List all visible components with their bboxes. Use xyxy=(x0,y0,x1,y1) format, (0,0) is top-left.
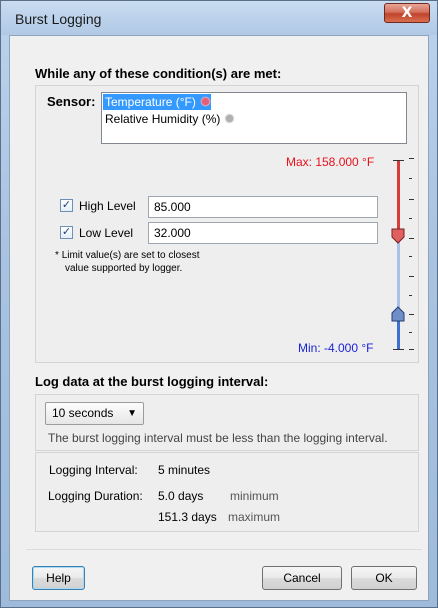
slider-tick xyxy=(409,218,412,219)
high-level-label: High Level xyxy=(79,199,136,213)
high-level-thumb[interactable] xyxy=(391,228,407,244)
sun-icon xyxy=(224,113,236,124)
logging-interval-value: 5 minutes xyxy=(158,463,211,477)
burst-interval-dropdown[interactable]: 10 seconds ▼ xyxy=(45,402,144,425)
duration-max-label: maximum xyxy=(228,510,281,524)
conditions-heading: While any of these condition(s) are met: xyxy=(35,66,282,81)
burst-interval-value: 10 seconds xyxy=(52,406,114,420)
slider-track-mid xyxy=(397,236,400,314)
low-level-thumb[interactable] xyxy=(391,306,407,322)
slider-tick xyxy=(409,256,412,257)
sensor-item-humidity[interactable]: Relative Humidity (%) xyxy=(103,111,236,127)
slider-tick xyxy=(409,349,414,350)
slider-tick xyxy=(409,276,414,277)
duration-min-label: minimum xyxy=(230,489,279,503)
footer-divider xyxy=(26,549,422,550)
note-line-1: Limit value(s) are set to closest xyxy=(61,250,200,261)
slider-tick xyxy=(409,238,414,239)
max-limit-label: Max: 158.000 °F xyxy=(286,155,375,169)
slider-tick xyxy=(409,295,412,296)
logging-duration-label: Logging Duration: xyxy=(48,489,143,503)
logging-interval-label: Logging Interval: xyxy=(49,463,138,477)
close-button[interactable]: X xyxy=(384,3,430,23)
duration-max-value: 151.3 days xyxy=(158,510,217,524)
slider-tick xyxy=(393,160,404,161)
help-button[interactable]: Help xyxy=(32,566,85,590)
sensor-label: Sensor: xyxy=(47,94,96,109)
slider-track-high xyxy=(397,160,400,236)
note-star: * xyxy=(55,250,59,261)
note-line-2: value supported by logger. xyxy=(65,263,183,274)
interval-heading: Log data at the burst logging interval: xyxy=(35,374,269,389)
low-level-label: Low Level xyxy=(79,226,134,240)
limit-note: * Limit value(s) are set to closest valu… xyxy=(55,249,200,275)
sun-icon xyxy=(199,96,211,107)
low-level-input[interactable]: 32.000 xyxy=(148,222,378,244)
sensor-listbox[interactable]: Temperature (°F) Relative Humidity (%) xyxy=(101,92,407,144)
sensor-item-label: Temperature (°F) xyxy=(105,95,196,109)
cancel-button[interactable]: Cancel xyxy=(262,566,342,590)
chevron-down-icon: ▼ xyxy=(127,408,137,419)
sensor-item-temperature[interactable]: Temperature (°F) xyxy=(103,94,211,110)
high-level-checkbox[interactable]: ✓ xyxy=(60,199,73,212)
slider-tick xyxy=(393,349,404,350)
ok-button[interactable]: OK xyxy=(351,566,417,590)
sensor-item-label: Relative Humidity (%) xyxy=(105,112,221,126)
min-limit-label: Min: -4.000 °F xyxy=(298,341,374,355)
low-level-checkbox[interactable]: ✓ xyxy=(60,226,73,239)
window-title: Burst Logging xyxy=(15,11,102,27)
title-bar: Burst Logging X xyxy=(1,1,437,35)
slider-tick xyxy=(409,178,412,179)
slider-tick xyxy=(409,332,412,333)
slider-tick xyxy=(409,158,414,159)
high-level-input[interactable]: 85.000 xyxy=(148,196,378,218)
slider-tick xyxy=(409,314,414,315)
slider-tick xyxy=(409,199,414,200)
interval-hint: The burst logging interval must be less … xyxy=(48,431,388,445)
duration-min-value: 5.0 days xyxy=(158,489,204,503)
